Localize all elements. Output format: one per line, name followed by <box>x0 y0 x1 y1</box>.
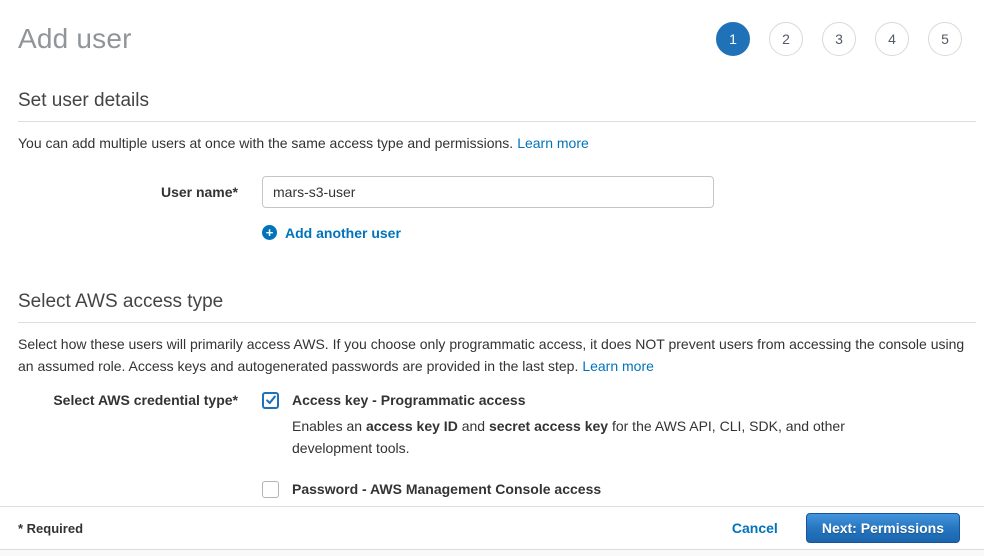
footer-actions: Cancel Next: Permissions <box>732 513 960 543</box>
user-details-learn-more-link[interactable]: Learn more <box>517 135 589 151</box>
section-access-type: Select AWS access type Select how these … <box>18 291 976 526</box>
credential-type-label: Select AWS credential type* <box>18 391 262 408</box>
access-type-intro: Select how these users will primarily ac… <box>18 333 976 377</box>
wizard-step-1: 1 <box>716 22 750 56</box>
bottom-strip <box>0 549 984 556</box>
desc-bold: secret access key <box>489 418 608 434</box>
checkmark-icon <box>265 394 277 406</box>
password-title[interactable]: Password - AWS Management Console access <box>292 480 811 499</box>
section-user-details: Set user details You can add multiple us… <box>18 90 976 241</box>
add-another-user-button[interactable]: + Add another user <box>262 225 401 241</box>
add-another-user-label: Add another user <box>285 225 401 241</box>
access-type-intro-text: Select how these users will primarily ac… <box>18 336 964 374</box>
username-form-row: User name* <box>18 176 976 208</box>
required-note: * Required <box>18 521 83 536</box>
wizard-step-2: 2 <box>769 22 803 56</box>
access-key-checkbox[interactable] <box>262 392 279 409</box>
next-permissions-button[interactable]: Next: Permissions <box>806 513 960 543</box>
access-type-learn-more-link[interactable]: Learn more <box>582 358 654 374</box>
access-type-heading: Select AWS access type <box>18 291 976 323</box>
username-input[interactable] <box>262 176 714 208</box>
page-title: Add user <box>18 23 132 55</box>
footer-row: * Required Cancel Next: Permissions <box>0 507 984 550</box>
username-label: User name* <box>18 176 262 200</box>
password-checkbox[interactable] <box>262 481 279 498</box>
wizard-step-3: 3 <box>822 22 856 56</box>
wizard-steps: 1 2 3 4 5 <box>716 22 962 56</box>
access-key-title[interactable]: Access key - Programmatic access <box>292 391 850 410</box>
user-details-intro-text: You can add multiple users at once with … <box>18 135 513 151</box>
user-details-heading: Set user details <box>18 90 976 122</box>
wizard-footer: * Required Cancel Next: Permissions <box>0 506 984 550</box>
cancel-button[interactable]: Cancel <box>732 520 778 536</box>
page-header: Add user 1 2 3 4 5 <box>18 0 976 62</box>
add-another-user-row: + Add another user <box>262 224 976 241</box>
option-access-key-text: Access key - Programmatic access Enables… <box>292 391 850 459</box>
wizard-step-4: 4 <box>875 22 909 56</box>
wizard-step-5: 5 <box>928 22 962 56</box>
desc-text: Enables an <box>292 418 366 434</box>
desc-text: and <box>458 418 489 434</box>
plus-circle-icon: + <box>262 225 277 240</box>
option-access-key: Access key - Programmatic access Enables… <box>262 391 850 459</box>
access-key-description: Enables an access key ID and secret acce… <box>292 415 850 459</box>
desc-bold: access key ID <box>366 418 458 434</box>
user-details-intro: You can add multiple users at once with … <box>18 132 976 154</box>
